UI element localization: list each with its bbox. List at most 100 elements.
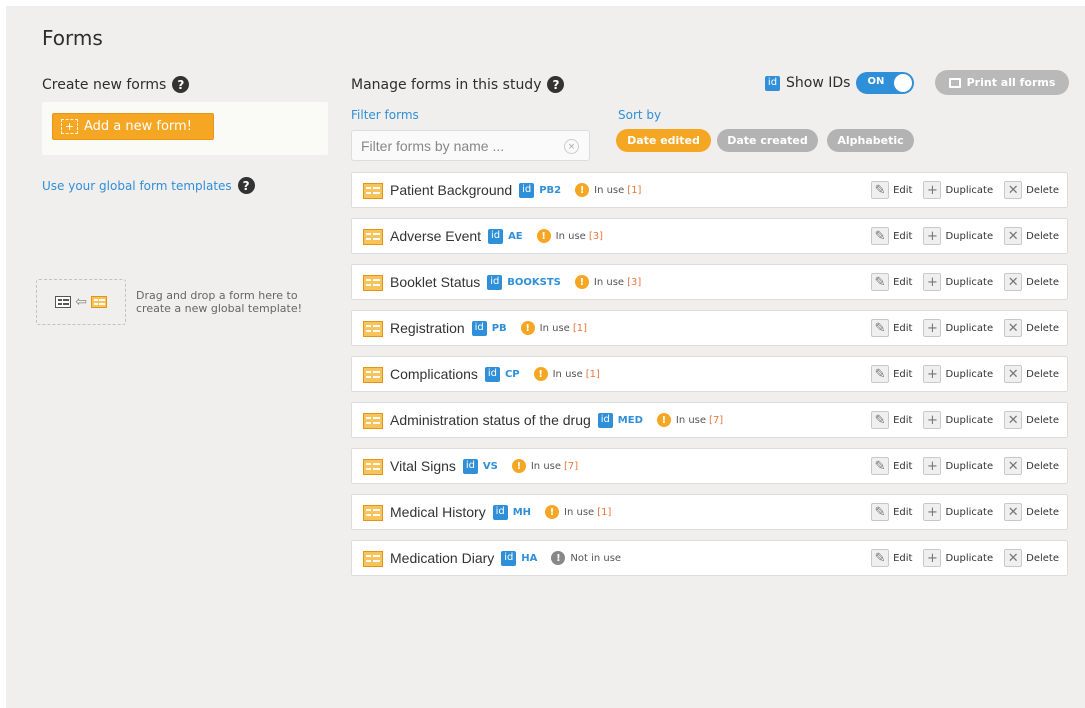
edit-button[interactable]: ✎ Edit — [871, 503, 912, 521]
form-icon — [363, 275, 383, 291]
usage-count[interactable]: [1] — [597, 507, 611, 518]
toggle-knob — [894, 74, 913, 92]
filter-forms-input[interactable] — [351, 130, 590, 161]
usage-label: Not in use — [570, 552, 622, 564]
form-row[interactable]: Medical History id MH ! In use [1] ✎ Edi… — [351, 494, 1068, 530]
edit-button[interactable]: ✎ Edit — [871, 365, 912, 383]
delete-button[interactable]: ✕ Delete — [1004, 319, 1059, 337]
form-name[interactable]: Medical History — [390, 504, 486, 520]
usage-status: ! In use [1] — [575, 183, 641, 197]
pencil-icon: ✎ — [871, 227, 890, 245]
duplicate-button[interactable]: + Duplicate — [923, 503, 993, 521]
delete-button[interactable]: ✕ Delete — [1004, 411, 1059, 429]
edit-button[interactable]: ✎ Edit — [871, 457, 912, 475]
drop-zone-text: Drag and drop a form here to create a ne… — [136, 289, 302, 315]
delete-button[interactable]: ✕ Delete — [1004, 457, 1059, 475]
sort-date-created-button[interactable]: Date created — [717, 129, 818, 152]
close-icon: ✕ — [1004, 319, 1023, 337]
delete-button[interactable]: ✕ Delete — [1004, 549, 1059, 567]
row-actions: ✎ Edit + Duplicate ✕ Delete — [871, 357, 1059, 391]
form-name[interactable]: Medication Diary — [390, 550, 494, 566]
usage-count[interactable]: [1] — [586, 369, 600, 380]
form-row[interactable]: Adverse Event id AE ! In use [3] ✎ Edit … — [351, 218, 1068, 254]
edit-button[interactable]: ✎ Edit — [871, 319, 912, 337]
duplicate-button[interactable]: + Duplicate — [923, 319, 993, 337]
usage-status: ! In use [1] — [545, 505, 611, 519]
help-icon[interactable]: ? — [237, 177, 255, 194]
show-ids-toggle[interactable]: ON — [856, 72, 915, 94]
duplicate-button[interactable]: + Duplicate — [923, 365, 993, 383]
usage-count[interactable]: [7] — [709, 415, 723, 426]
delete-button[interactable]: ✕ Delete — [1004, 503, 1059, 521]
edit-button[interactable]: ✎ Edit — [871, 411, 912, 429]
template-drop-zone[interactable]: ⇦ — [36, 279, 126, 325]
duplicate-label: Duplicate — [945, 460, 994, 472]
app-background: Forms Create new forms ? + Add a new for… — [6, 6, 1085, 708]
row-actions: ✎ Edit + Duplicate ✕ Delete — [871, 449, 1059, 483]
duplicate-button[interactable]: + Duplicate — [923, 227, 993, 245]
duplicate-button[interactable]: + Duplicate — [923, 457, 993, 475]
delete-label: Delete — [1026, 276, 1059, 288]
duplicate-button[interactable]: + Duplicate — [923, 181, 993, 199]
form-name[interactable]: Administration status of the drug — [390, 412, 591, 428]
form-name[interactable]: Complications — [390, 366, 478, 382]
alert-icon: ! — [533, 367, 548, 381]
edit-label: Edit — [893, 368, 913, 380]
edit-button[interactable]: ✎ Edit — [871, 549, 912, 567]
help-icon[interactable]: ? — [547, 76, 565, 93]
sort-date-edited-button[interactable]: Date edited — [616, 129, 711, 152]
edit-button[interactable]: ✎ Edit — [871, 227, 912, 245]
usage-count[interactable]: [3] — [627, 277, 641, 288]
form-icon — [363, 505, 383, 521]
form-row[interactable]: Complications id CP ! In use [1] ✎ Edit … — [351, 356, 1068, 392]
sort-alphabetic-button[interactable]: Alphabetic — [827, 129, 914, 152]
usage-count[interactable]: [7] — [564, 461, 578, 472]
usage-count[interactable]: [1] — [573, 323, 587, 334]
form-id-code: MH — [512, 506, 532, 518]
close-icon: ✕ — [1004, 503, 1023, 521]
delete-button[interactable]: ✕ Delete — [1004, 227, 1059, 245]
form-row[interactable]: Vital Signs id VS ! In use [7] ✎ Edit + … — [351, 448, 1068, 484]
edit-button[interactable]: ✎ Edit — [871, 181, 912, 199]
delete-label: Delete — [1026, 552, 1059, 564]
print-all-forms-button[interactable]: Print all forms — [935, 70, 1069, 95]
form-name[interactable]: Registration — [390, 320, 465, 336]
delete-button[interactable]: ✕ Delete — [1004, 365, 1059, 383]
pencil-icon: ✎ — [871, 273, 890, 291]
usage-label: In use — [539, 322, 570, 334]
delete-button[interactable]: ✕ Delete — [1004, 181, 1059, 199]
form-id-code: MED — [617, 414, 643, 426]
form-info: Vital Signs id VS ! In use [7] — [390, 449, 578, 483]
usage-label: In use — [530, 460, 562, 472]
duplicate-button[interactable]: + Duplicate — [923, 273, 993, 291]
duplicate-button[interactable]: + Duplicate — [923, 549, 993, 567]
form-row[interactable]: Registration id PB ! In use [1] ✎ Edit +… — [351, 310, 1068, 346]
form-row[interactable]: Medication Diary id HA ! Not in use ✎ Ed… — [351, 540, 1068, 576]
edit-label: Edit — [893, 322, 913, 334]
help-icon[interactable]: ? — [172, 76, 190, 93]
form-name[interactable]: Vital Signs — [390, 458, 456, 474]
usage-count[interactable]: [3] — [589, 231, 603, 242]
form-id-code: VS — [482, 460, 498, 472]
form-name[interactable]: Patient Background — [390, 182, 512, 198]
form-row[interactable]: Administration status of the drug id MED… — [351, 402, 1068, 438]
add-new-form-button[interactable]: + Add a new form! — [52, 113, 214, 140]
form-id-code: CP — [504, 368, 520, 380]
alert-icon: ! — [545, 505, 560, 519]
edit-button[interactable]: ✎ Edit — [871, 273, 912, 291]
delete-label: Delete — [1026, 368, 1059, 380]
print-all-forms-label: Print all forms — [966, 76, 1056, 89]
clear-filter-icon[interactable]: × — [564, 139, 579, 154]
edit-label: Edit — [893, 460, 913, 472]
form-id-code: HA — [521, 552, 538, 564]
delete-button[interactable]: ✕ Delete — [1004, 273, 1059, 291]
usage-status: ! In use [7] — [656, 413, 723, 427]
usage-count[interactable]: [1] — [627, 185, 641, 196]
form-icon — [363, 551, 383, 567]
form-row[interactable]: Patient Background id PB2 ! In use [1] ✎… — [351, 172, 1068, 208]
form-name[interactable]: Booklet Status — [390, 274, 480, 290]
global-templates-link[interactable]: Use your global form templates ? — [42, 177, 255, 194]
form-name[interactable]: Adverse Event — [390, 228, 481, 244]
form-row[interactable]: Booklet Status id BOOKSTS ! In use [3] ✎… — [351, 264, 1068, 300]
duplicate-button[interactable]: + Duplicate — [923, 411, 993, 429]
